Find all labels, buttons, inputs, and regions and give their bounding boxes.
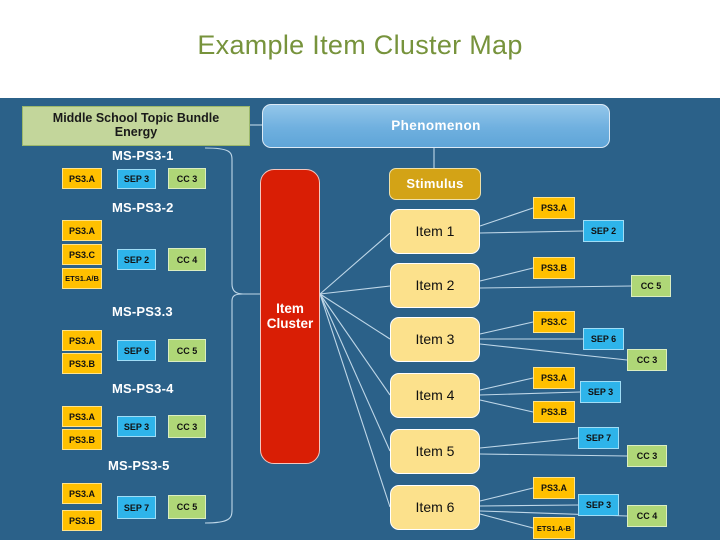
page-title: Example Item Cluster Map <box>197 30 523 60</box>
item-label-4: Item 4 <box>415 386 455 403</box>
phenomenon-box[interactable]: Phenomenon <box>262 104 610 148</box>
connector-lines <box>204 124 632 529</box>
item-box-5[interactable]: Item 5 <box>390 429 480 474</box>
item-tag-4-3[interactable]: PS3.B <box>533 401 575 423</box>
item-cluster-map-diagram: Middle School Topic Bundle Energy Phenom… <box>0 98 720 540</box>
topic-bundle-line1: Middle School Topic Bundle <box>52 111 220 126</box>
item-tag-6-2[interactable]: SEP 3 <box>578 494 619 516</box>
badge-sep-3-1[interactable]: SEP 6 <box>117 340 156 361</box>
badge-dci-2-2[interactable]: PS3.C <box>62 244 102 265</box>
item-tag-2-1[interactable]: PS3.B <box>533 257 575 279</box>
item-tag-4-1[interactable]: PS3.A <box>533 367 575 389</box>
item-tag-4-2[interactable]: SEP 3 <box>580 381 621 403</box>
item-box-3[interactable]: Item 3 <box>390 317 480 362</box>
phenomenon-label: Phenomenon <box>391 117 481 133</box>
item-label-3: Item 3 <box>415 330 455 347</box>
badge-dci-5-2[interactable]: PS3.B <box>62 510 102 531</box>
badge-sep-2-1[interactable]: SEP 2 <box>117 249 156 270</box>
item-label-1: Item 1 <box>415 222 455 239</box>
slide-canvas: Example Item Cluster Map Middle School T… <box>0 0 720 540</box>
badge-sep-1-1[interactable]: SEP 3 <box>117 169 156 189</box>
stimulus-label: Stimulus <box>406 175 464 191</box>
topic-bundle-box[interactable]: Middle School Topic Bundle Energy <box>22 106 250 146</box>
badge-dci-5-1[interactable]: PS3.A <box>62 483 102 504</box>
item-tag-5-1[interactable]: SEP 7 <box>578 427 619 449</box>
badge-ccc-4-1[interactable]: CC 3 <box>168 415 206 438</box>
badge-ccc-1-1[interactable]: CC 3 <box>168 168 206 189</box>
item-box-6[interactable]: Item 6 <box>390 485 480 530</box>
item-box-4[interactable]: Item 4 <box>390 373 480 418</box>
pe-label-1: MS-PS3-1 <box>112 148 174 163</box>
item-tag-2-2[interactable]: CC 5 <box>631 275 671 297</box>
badge-dci-1-1[interactable]: PS3.A <box>62 168 102 189</box>
pe-label-4: MS-PS3-4 <box>112 381 174 396</box>
badge-dci-4-2[interactable]: PS3.B <box>62 429 102 450</box>
item-tag-3-3[interactable]: CC 3 <box>627 349 667 371</box>
stimulus-box[interactable]: Stimulus <box>389 168 481 200</box>
badge-dci-3-2[interactable]: PS3.B <box>62 353 102 374</box>
item-tag-5-2[interactable]: CC 3 <box>627 445 667 467</box>
badge-sep-5-1[interactable]: SEP 7 <box>117 496 156 519</box>
badge-ccc-5-1[interactable]: CC 5 <box>168 495 206 519</box>
item-tag-1-1[interactable]: PS3.A <box>533 197 575 219</box>
item-cluster-line2: Cluster <box>266 315 314 331</box>
badge-ccc-3-1[interactable]: CC 5 <box>168 339 206 362</box>
pe-label-2: MS-PS3-2 <box>112 200 174 215</box>
item-tag-3-1[interactable]: PS3.C <box>533 311 575 333</box>
badge-ccc-2-1[interactable]: CC 4 <box>168 248 206 271</box>
item-label-6: Item 6 <box>415 498 455 515</box>
badge-dci-4-1[interactable]: PS3.A <box>62 406 102 427</box>
item-label-2: Item 2 <box>415 276 455 293</box>
badge-sep-4-1[interactable]: SEP 3 <box>117 416 156 437</box>
item-label-5: Item 5 <box>415 442 455 459</box>
item-box-1[interactable]: Item 1 <box>390 209 480 254</box>
badge-dci-3-1[interactable]: PS3.A <box>62 330 102 351</box>
item-cluster-line1: Item <box>276 300 304 316</box>
item-tag-3-2[interactable]: SEP 6 <box>583 328 624 350</box>
item-cluster-box[interactable]: Item Cluster <box>260 169 320 464</box>
item-tag-1-2[interactable]: SEP 2 <box>583 220 624 242</box>
topic-bundle-line2: Energy <box>114 125 158 139</box>
pe-label-5: MS-PS3-5 <box>108 458 170 473</box>
pe-label-3: MS-PS3.3 <box>112 304 173 319</box>
item-tag-6-3[interactable]: ETS1.A-B <box>533 517 575 539</box>
badge-dci-2-1[interactable]: PS3.A <box>62 220 102 241</box>
item-tag-6-1[interactable]: PS3.A <box>533 477 575 499</box>
item-tag-6-4[interactable]: CC 4 <box>627 505 667 527</box>
item-box-2[interactable]: Item 2 <box>390 263 480 308</box>
badge-dci-2-3[interactable]: ETS1.A/B <box>62 268 102 289</box>
